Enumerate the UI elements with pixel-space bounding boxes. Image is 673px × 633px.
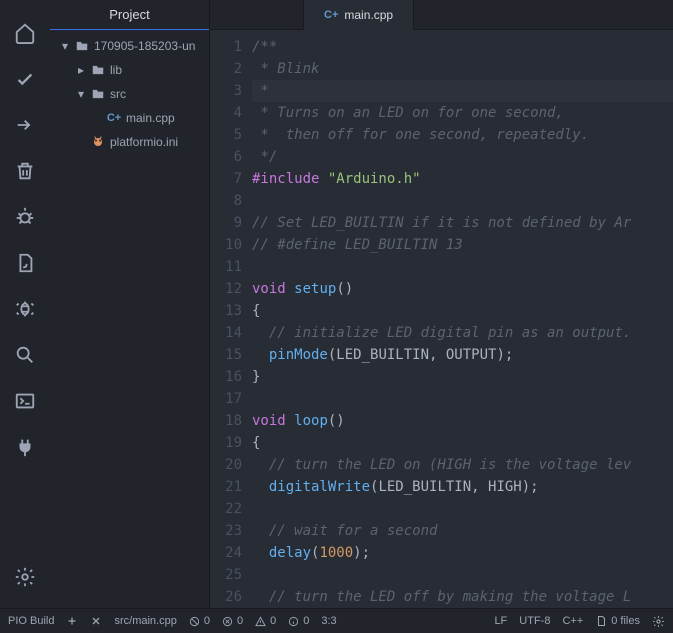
cpp-icon: C+	[324, 9, 338, 21]
tree-file-main[interactable]: C+ main.cpp	[50, 106, 209, 130]
search-icon[interactable]	[0, 332, 50, 378]
code-line[interactable]	[252, 498, 673, 520]
code-line[interactable]: // turn the LED off by making the voltag…	[252, 586, 673, 608]
status-files[interactable]: 0 files	[595, 615, 640, 627]
line-gutter: 1234567891011121314151617181920212223242…	[210, 30, 252, 608]
folder-icon	[90, 86, 106, 102]
status-errors[interactable]: 0	[222, 615, 243, 627]
status-path[interactable]: src/main.cpp	[114, 615, 176, 627]
status-encoding[interactable]: UTF-8	[519, 615, 550, 627]
tree-folder-src[interactable]: ▾ src	[50, 82, 209, 106]
folder-icon	[90, 62, 106, 78]
bug-icon[interactable]	[0, 194, 50, 240]
code-line[interactable]: // Set LED_BUILTIN if it is not defined …	[252, 212, 673, 234]
status-gear-icon[interactable]	[652, 615, 665, 628]
status-info[interactable]: 0	[288, 615, 309, 627]
check-icon[interactable]	[0, 56, 50, 102]
chevron-down-icon: ▾	[60, 39, 70, 53]
code-line[interactable]	[252, 190, 673, 212]
plug-icon[interactable]	[0, 424, 50, 470]
status-language[interactable]: C++	[562, 615, 583, 627]
code-line[interactable]: {	[252, 300, 673, 322]
code-line[interactable]: // turn the LED on (HIGH is the voltage …	[252, 454, 673, 476]
code-line[interactable]: {	[252, 432, 673, 454]
code-lines[interactable]: /** * Blink * * Turns on an LED on for o…	[252, 30, 673, 608]
code-line[interactable]	[252, 256, 673, 278]
code-line[interactable]: pinMode(LED_BUILTIN, OUTPUT);	[252, 344, 673, 366]
code-line[interactable]: * Turns on an LED on for one second,	[252, 102, 673, 124]
code-line[interactable]: * Blink	[252, 58, 673, 80]
code-line[interactable]: */	[252, 146, 673, 168]
tree-file-ini[interactable]: platformio.ini	[50, 130, 209, 154]
code-line[interactable]: // initialize LED digital pin as an outp…	[252, 322, 673, 344]
project-panel: Project ▾ 170905-185203-un ▸ lib ▾ src C…	[50, 0, 210, 608]
activity-bar	[0, 0, 50, 608]
tab-bar: C+ main.cpp	[210, 0, 673, 30]
trash-icon[interactable]	[0, 148, 50, 194]
platformio-icon	[90, 134, 106, 150]
tab-label: main.cpp	[344, 8, 393, 22]
status-bar: PIO Build src/main.cpp 0 0 0 0 3:3 LF UT…	[0, 608, 673, 633]
gear-icon[interactable]	[0, 554, 50, 600]
code-editor[interactable]: 1234567891011121314151617181920212223242…	[210, 30, 673, 608]
debug-alt-icon[interactable]	[0, 286, 50, 332]
status-deprecations[interactable]: 0	[189, 615, 210, 627]
home-icon[interactable]	[0, 10, 50, 56]
code-line[interactable]: digitalWrite(LED_BUILTIN, HIGH);	[252, 476, 673, 498]
code-line[interactable]: }	[252, 366, 673, 388]
tree-folder-lib[interactable]: ▸ lib	[50, 58, 209, 82]
tree-label: src	[110, 87, 126, 101]
code-line[interactable]: // #define LED_BUILTIN 13	[252, 234, 673, 256]
status-build[interactable]: PIO Build	[8, 615, 54, 627]
code-line[interactable]: void loop()	[252, 410, 673, 432]
editor-tab[interactable]: C+ main.cpp	[303, 0, 414, 30]
tree-label: lib	[110, 63, 122, 77]
cursor-position[interactable]: 3:3	[321, 615, 336, 627]
chevron-right-icon: ▸	[76, 63, 86, 77]
tree-label: platformio.ini	[110, 135, 178, 149]
status-eol[interactable]: LF	[494, 615, 507, 627]
status-warnings[interactable]: 0	[255, 615, 276, 627]
chevron-down-icon: ▾	[76, 87, 86, 101]
new-file-icon[interactable]	[0, 240, 50, 286]
git-add-icon[interactable]	[66, 615, 78, 627]
code-line[interactable]	[252, 388, 673, 410]
code-line[interactable]	[252, 564, 673, 586]
tree-label: main.cpp	[126, 111, 175, 125]
tree-root[interactable]: ▾ 170905-185203-un	[50, 34, 209, 58]
code-line[interactable]: delay(1000);	[252, 542, 673, 564]
code-line[interactable]: #include "Arduino.h"	[252, 168, 673, 190]
code-line[interactable]: /**	[252, 36, 673, 58]
panel-title[interactable]: Project	[50, 0, 209, 30]
cpp-icon: C+	[106, 110, 122, 126]
code-line[interactable]: // wait for a second	[252, 520, 673, 542]
terminal-icon[interactable]	[0, 378, 50, 424]
arrow-right-icon[interactable]	[0, 102, 50, 148]
close-icon[interactable]	[90, 615, 102, 627]
editor-area: C+ main.cpp 1234567891011121314151617181…	[210, 0, 673, 608]
code-line[interactable]: * then off for one second, repeatedly.	[252, 124, 673, 146]
tree-label: 170905-185203-un	[94, 39, 195, 53]
folder-icon	[74, 38, 90, 54]
code-line[interactable]: *	[252, 80, 673, 102]
code-line[interactable]: void setup()	[252, 278, 673, 300]
